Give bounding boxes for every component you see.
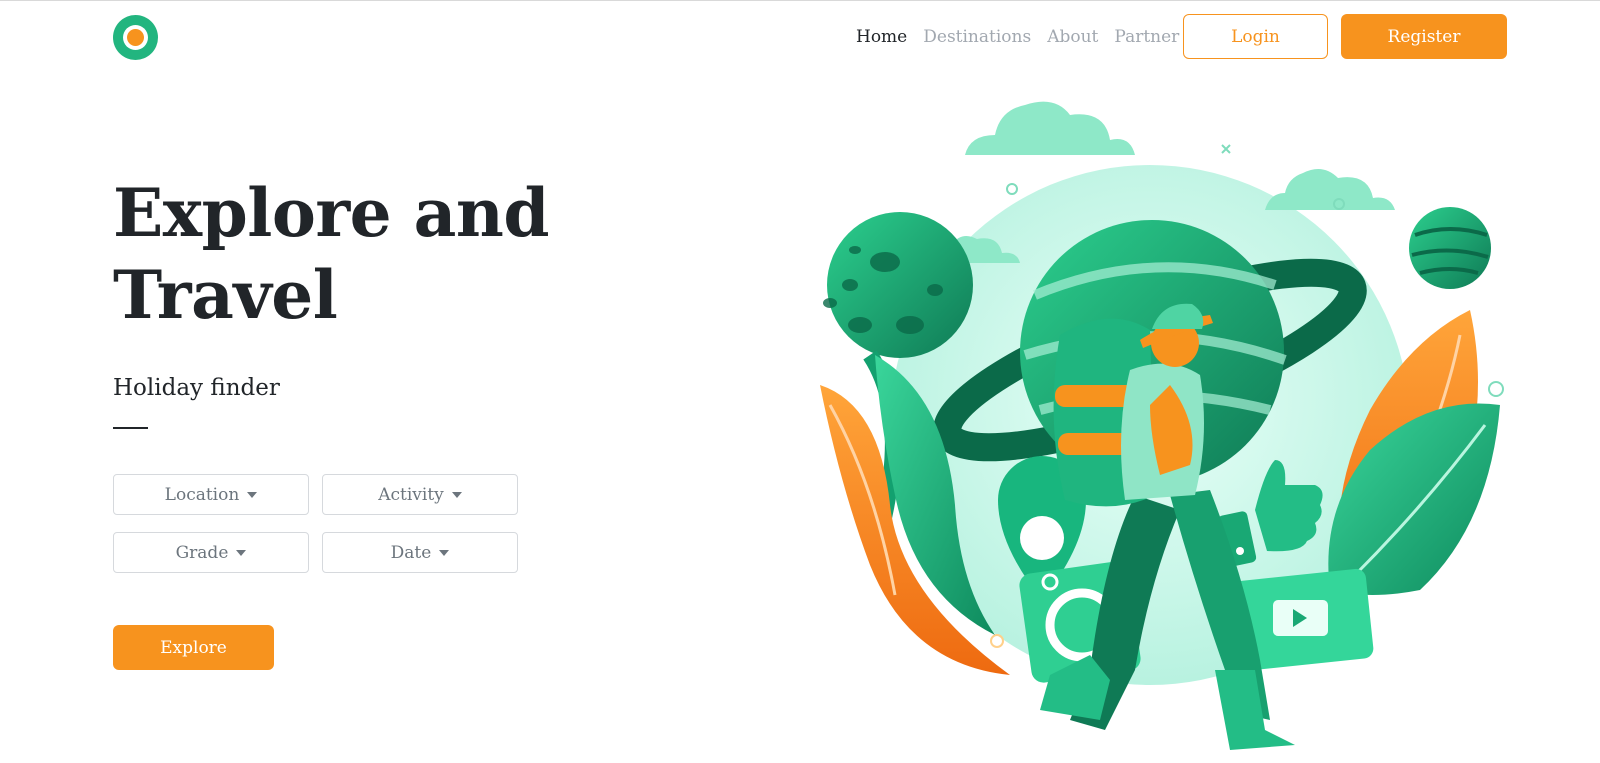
nav-partner[interactable]: Partner [1114,27,1179,47]
caret-down-icon [439,549,450,556]
hero-title-line1: Explore and [113,174,550,252]
register-button[interactable]: Register [1341,14,1507,59]
hiker-illustration [820,101,1504,750]
small-planet-shape [1409,207,1491,289]
login-button[interactable]: Login [1183,14,1328,59]
location-dropdown[interactable]: Location [113,474,309,515]
caret-down-icon [247,491,258,498]
explore-button[interactable]: Explore [113,625,274,670]
holiday-finder-heading: Holiday finder [113,375,280,401]
nav-destinations[interactable]: Destinations [923,27,1031,47]
hero-title: Explore and Travel [113,172,633,336]
heading-underline [113,427,148,429]
activity-dropdown[interactable]: Activity [322,474,518,515]
date-dropdown-label: Date [390,542,432,563]
main-nav: Home Destinations About Partner [856,26,1179,48]
date-dropdown[interactable]: Date [322,532,518,573]
hero-title-line2: Travel [113,256,338,334]
logo-icon[interactable] [113,15,158,60]
caret-down-icon [236,549,247,556]
grade-dropdown-label: Grade [175,542,229,563]
nav-home[interactable]: Home [856,27,907,47]
top-border [0,0,1600,1]
location-dropdown-label: Location [164,484,240,505]
nav-about[interactable]: About [1047,27,1098,47]
activity-dropdown-label: Activity [378,484,444,505]
caret-down-icon [451,491,462,498]
grade-dropdown[interactable]: Grade [113,532,309,573]
